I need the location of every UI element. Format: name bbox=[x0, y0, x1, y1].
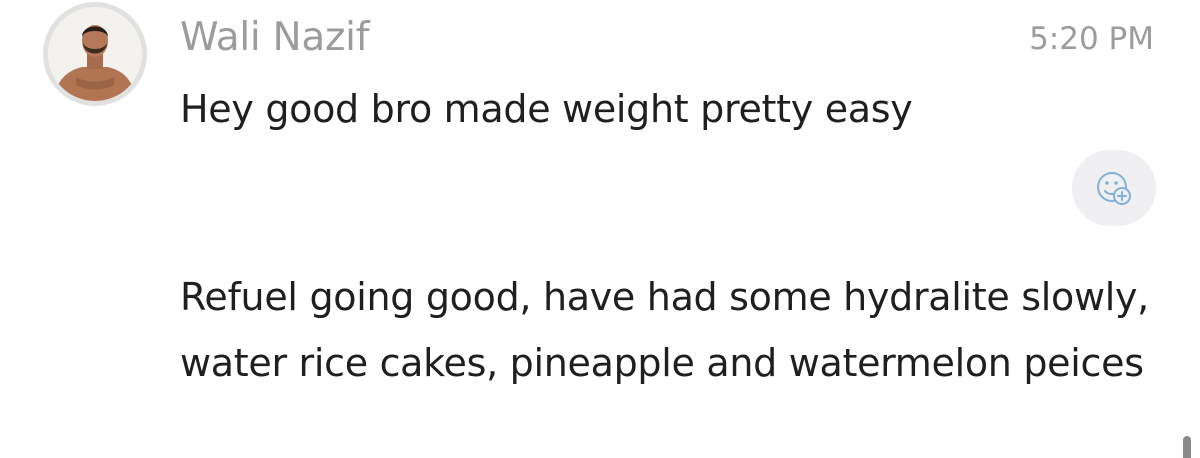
message-text: Hey good bro made weight pretty easy bbox=[180, 87, 913, 131]
add-reaction-button[interactable] bbox=[1072, 150, 1156, 226]
message-text: Refuel going good, have had some hydrali… bbox=[180, 275, 1149, 385]
add-reaction-icon bbox=[1097, 172, 1131, 205]
scrollbar[interactable] bbox=[1183, 436, 1191, 458]
sender-name[interactable]: Wali Nazif bbox=[180, 12, 369, 64]
chat-message-thread: Wali Nazif 5:20 PM Hey good bro made wei… bbox=[0, 0, 1200, 458]
avatar[interactable] bbox=[43, 2, 147, 106]
user-avatar-icon bbox=[48, 7, 142, 101]
message-timestamp: 5:20 PM bbox=[1029, 21, 1154, 57]
